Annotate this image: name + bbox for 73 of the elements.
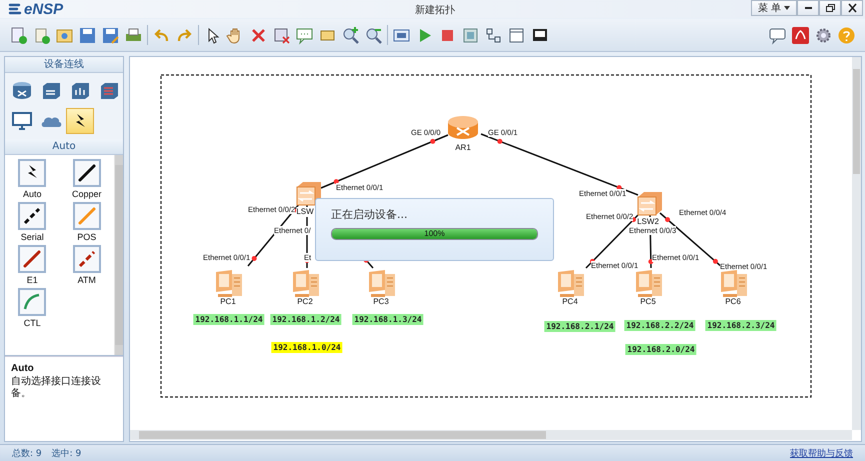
menu-button[interactable]: 菜 单 — [751, 0, 797, 16]
router-icon — [11, 80, 33, 102]
cable-option[interactable]: POS — [60, 202, 114, 242]
horizontal-scrollbar[interactable] — [130, 430, 852, 440]
restore-button[interactable] — [819, 0, 841, 16]
logo-icon — [8, 2, 22, 16]
firewall-icon — [98, 80, 120, 102]
erase-icon — [272, 26, 291, 44]
address-label: 192.168.2.0/24 — [625, 344, 697, 355]
device-name: PC5 — [640, 297, 656, 307]
device-name: PC3 — [373, 297, 389, 307]
window-title: 新建拓扑 — [415, 4, 455, 17]
cable-option[interactable]: ATM — [60, 245, 114, 285]
group-header: Auto — [5, 139, 123, 155]
panel-header: 设备连线 — [5, 57, 123, 73]
comment-icon — [295, 26, 314, 44]
flower-logo-button[interactable] — [790, 24, 811, 46]
app-name: eNSP — [24, 0, 64, 18]
device-name: LSW2 — [637, 217, 659, 227]
zoom-in-icon — [341, 26, 360, 44]
device-name: AR1 — [455, 143, 471, 153]
link-line[interactable] — [320, 134, 448, 189]
list-scrollbar[interactable] — [114, 155, 123, 355]
device-name: PC2 — [297, 297, 313, 307]
cable-option[interactable]: Copper — [60, 159, 114, 199]
grid-icon — [507, 26, 526, 44]
progress-message: 正在启动设备... — [331, 207, 408, 222]
switch-icon[interactable] — [295, 179, 323, 207]
close-icon — [846, 3, 858, 13]
settings-icon — [814, 26, 833, 44]
device-name: LSW — [296, 207, 314, 217]
capture-icon — [461, 26, 480, 44]
help-icon — [837, 26, 856, 44]
address-label: 192.168.2.1/24 — [544, 321, 616, 332]
cable-option[interactable]: E1 — [5, 245, 60, 285]
save-icon — [78, 26, 97, 44]
description-title: Auto — [11, 363, 35, 374]
address-label: 192.168.2.3/24 — [705, 320, 777, 331]
selected-count: 选中: 9 — [52, 448, 82, 460]
close-button[interactable] — [841, 0, 863, 16]
caret-icon — [784, 6, 790, 10]
cable-option[interactable]: Auto — [5, 159, 60, 199]
new-file-icon — [9, 26, 28, 44]
monitor-icon — [11, 110, 33, 132]
device-name: PC1 — [220, 297, 236, 307]
vertical-scrollbar[interactable] — [852, 57, 861, 430]
wireless-icon — [69, 80, 91, 102]
switch-icon[interactable] — [636, 189, 664, 217]
description-text: 自动选择接口连接设备。 — [11, 376, 102, 400]
switch-icon — [40, 80, 62, 102]
minimize-button[interactable] — [797, 0, 819, 16]
dash-icon — [804, 7, 812, 9]
total-count: 总数: 9 — [12, 448, 42, 460]
device-name: PC4 — [562, 297, 578, 307]
curve-icon — [18, 288, 46, 316]
device-category[interactable] — [66, 108, 94, 134]
address-label: 192.168.1.0/24 — [271, 342, 343, 353]
router-icon[interactable] — [446, 114, 480, 140]
device-name: PC6 — [725, 297, 741, 307]
lightning-icon — [18, 159, 46, 187]
zoom-out-icon — [364, 26, 383, 44]
overlapping-squares-icon — [824, 3, 836, 13]
address-label: 192.168.2.2/24 — [624, 320, 696, 331]
address-label: 192.168.1.2/24 — [270, 314, 342, 325]
address-label: 192.168.1.1/24 — [193, 314, 265, 325]
cable-option[interactable]: CTL — [5, 288, 60, 328]
progress-reading: 100% — [424, 229, 445, 239]
cable-option[interactable]: Serial — [5, 202, 60, 242]
topology-icon — [484, 26, 503, 44]
address-label: 192.168.1.3/24 — [352, 314, 424, 325]
chat-icon — [768, 26, 787, 44]
save-as-icon — [101, 26, 120, 44]
help-link[interactable]: 获取帮助与反馈 — [790, 446, 853, 460]
